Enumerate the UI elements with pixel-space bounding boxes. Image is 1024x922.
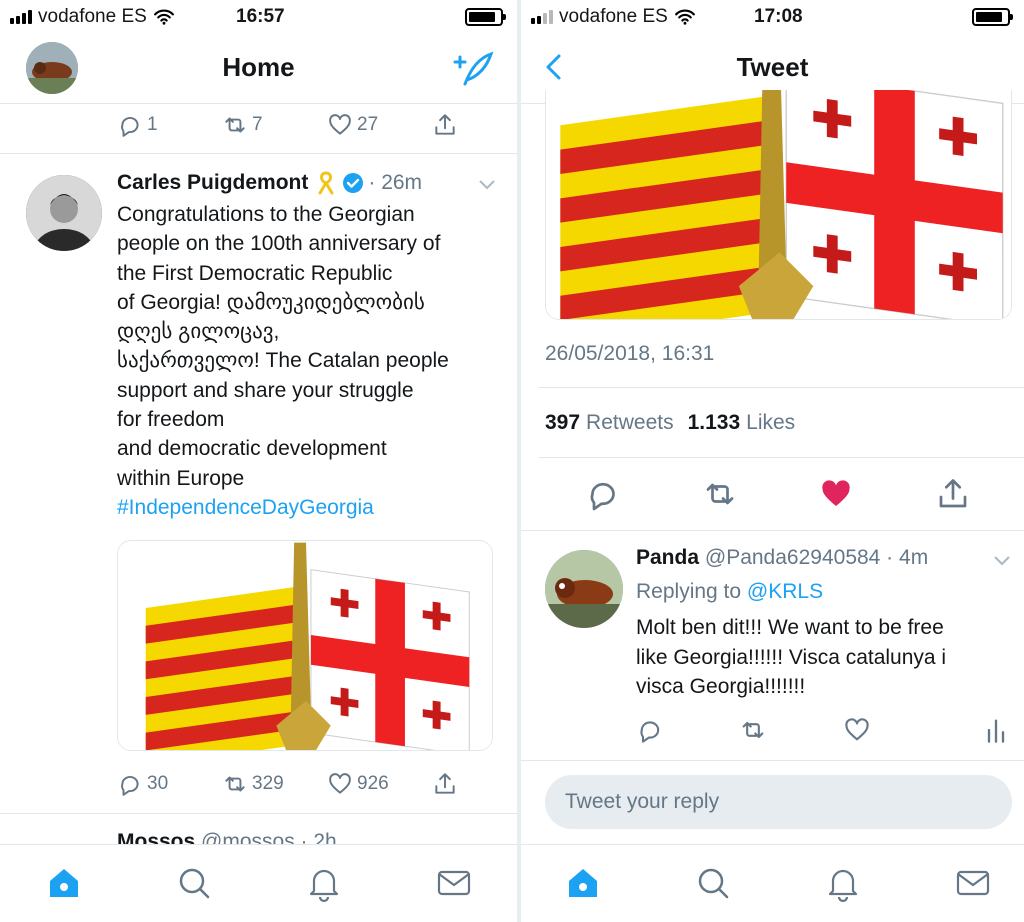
analytics-icon[interactable] (982, 716, 1010, 744)
signal-icon (10, 10, 32, 24)
share-icon[interactable] (935, 476, 971, 512)
like-button[interactable]: 926 (327, 771, 432, 797)
heart-icon (329, 114, 351, 135)
tweet-media-image[interactable] (545, 90, 1012, 320)
next-tweet-partial[interactable]: Mossos @mossos · 2h (117, 830, 337, 844)
reply-actions (636, 716, 1016, 748)
carrier-label: vodafone ES (38, 6, 147, 27)
hashtag-link[interactable]: #IndependenceDayGeorgia (117, 493, 507, 522)
heart-icon (329, 773, 351, 794)
bell-icon[interactable] (823, 863, 863, 903)
reply-icon[interactable] (585, 476, 621, 512)
page-title: Tweet (736, 52, 809, 82)
reply-author-handle: @Panda62940584 · 4m (704, 546, 929, 569)
like-label[interactable]: Likes (746, 411, 795, 435)
heart-icon[interactable] (818, 476, 854, 512)
home-icon[interactable] (563, 863, 603, 903)
wifi-icon (153, 9, 174, 25)
home-screen: vodafone ES 16:57 Home 1 7 27 Carles Pui… (0, 0, 517, 922)
reply-input[interactable]: Tweet your reply (545, 775, 1012, 829)
tweet-actions: 30 329 926 (117, 771, 517, 797)
share-icon (435, 773, 455, 794)
status-time: 17:08 (754, 6, 803, 27)
tab-bar (0, 844, 517, 922)
divider (0, 153, 517, 154)
chevron-down-icon[interactable] (992, 554, 1012, 568)
tweet-actions (521, 470, 1024, 520)
status-bar: vodafone ES 17:08 (521, 0, 1024, 34)
reply-header: Panda @Panda62940584 · 4m (636, 546, 928, 570)
ribbon-icon (318, 171, 334, 195)
divider (539, 387, 1024, 388)
reply-icon (121, 775, 139, 796)
retweet-icon (225, 776, 245, 792)
replying-to: Replying to @KRLS (636, 580, 824, 603)
compose-icon[interactable] (451, 46, 495, 90)
tweet-text: Congratulations to the Georgian people o… (117, 200, 507, 522)
chevron-down-icon[interactable] (477, 178, 497, 192)
tweet-header: Carles Puigdemont · 26m (117, 171, 422, 195)
retweet-count[interactable]: 397 (545, 411, 580, 435)
page-title: Home (222, 52, 295, 82)
retweet-icon[interactable] (739, 716, 767, 744)
retweet-button[interactable]: 7 (222, 112, 327, 138)
mail-icon[interactable] (953, 863, 993, 903)
reply-input-placeholder: Tweet your reply (565, 790, 720, 813)
like-button[interactable]: 27 (327, 112, 432, 138)
author-avatar[interactable] (26, 175, 102, 251)
battery-icon (465, 8, 506, 26)
divider (521, 530, 1024, 531)
bell-icon[interactable] (304, 863, 344, 903)
verified-icon (343, 173, 364, 193)
share-button[interactable] (432, 112, 517, 138)
reply-button[interactable]: 1 (117, 112, 222, 138)
mail-icon[interactable] (434, 863, 474, 903)
screens: vodafone ES 16:57 Home 1 7 27 Carles Pui… (0, 0, 1024, 922)
reply-icon (121, 116, 139, 137)
carrier-group: vodafone ES (10, 6, 175, 28)
heart-icon[interactable] (843, 716, 871, 744)
search-icon[interactable] (174, 863, 214, 903)
reply-button[interactable]: 30 (117, 771, 222, 797)
wifi-icon (674, 9, 695, 25)
author-name[interactable]: Carles Puigdemont (117, 171, 308, 195)
signal-icon (531, 10, 553, 24)
retweet-button[interactable]: 329 (222, 771, 327, 797)
tweet-time: · 26m (368, 171, 423, 194)
tweet-stats: 397 Retweets 1.133 Likes (545, 411, 795, 435)
tweet-detail-screen: vodafone ES 17:08 Tweet 26/05/2018, 16:3… (521, 0, 1024, 922)
reply-text: Molt ben dit!!! We want to be free like … (636, 616, 947, 698)
carrier-label: vodafone ES (559, 6, 668, 27)
battery-icon (972, 8, 1013, 26)
tab-bar (521, 844, 1024, 922)
tweet-timestamp: 26/05/2018, 16:31 (545, 342, 715, 365)
search-icon[interactable] (693, 863, 733, 903)
like-count[interactable]: 1.133 (688, 411, 741, 435)
next-author-name: Mossos (117, 830, 196, 844)
reply-author-name[interactable]: Panda (636, 546, 699, 569)
retweet-icon (225, 117, 245, 133)
carrier-group: vodafone ES (531, 6, 696, 28)
divider (539, 457, 1024, 458)
status-bar: vodafone ES 16:57 (0, 0, 517, 34)
status-time: 16:57 (236, 6, 285, 27)
prev-tweet-actions: 1 7 27 (117, 112, 517, 138)
home-icon[interactable] (44, 863, 84, 903)
divider (521, 760, 1024, 761)
replying-to-link[interactable]: @KRLS (747, 580, 823, 603)
reply-author-avatar[interactable] (545, 550, 623, 628)
home-header: Home (0, 34, 517, 104)
tweet-media-image[interactable] (117, 540, 493, 751)
retweet-label[interactable]: Retweets (586, 411, 674, 435)
share-button[interactable] (432, 771, 517, 797)
share-icon (435, 114, 455, 135)
retweet-icon[interactable] (702, 476, 738, 512)
divider (0, 813, 517, 814)
reply-icon[interactable] (636, 716, 664, 744)
next-author-handle: @mossos · 2h (201, 830, 337, 844)
